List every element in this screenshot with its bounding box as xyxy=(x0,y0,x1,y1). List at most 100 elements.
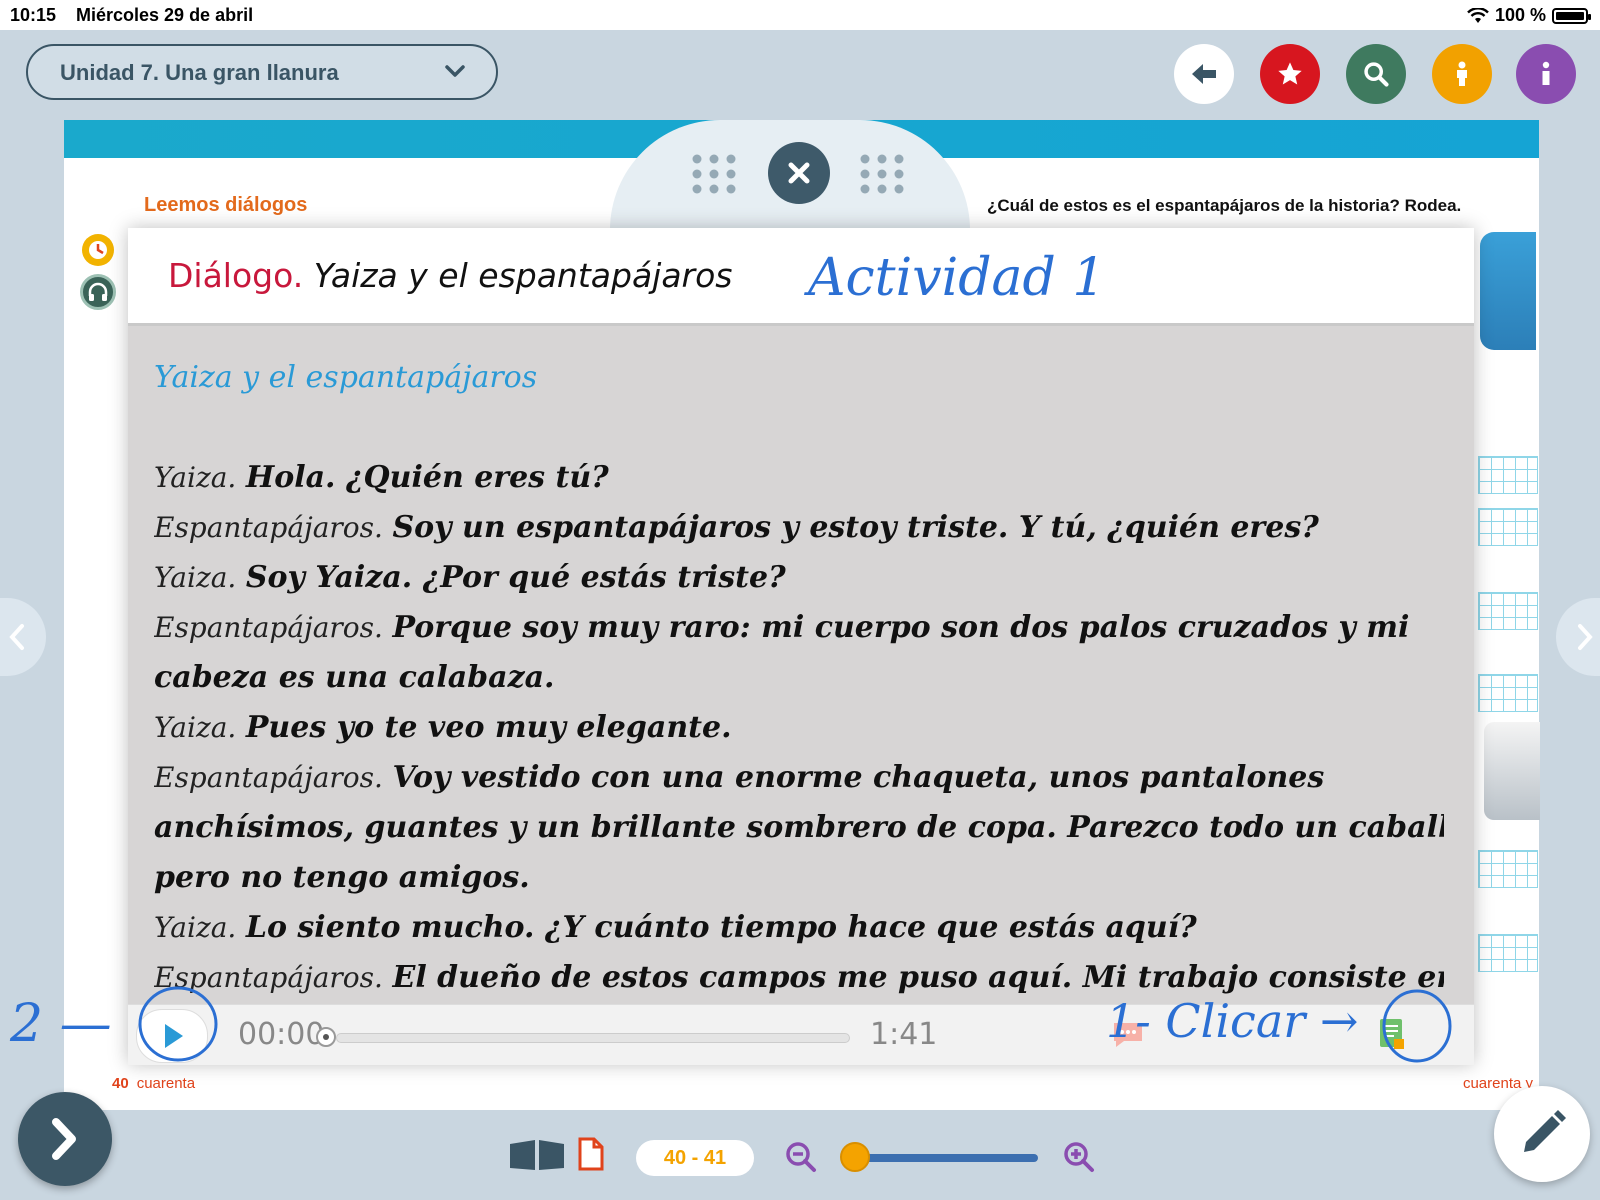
left-page-title: Leemos diálogos xyxy=(144,194,308,216)
speaker-name: Yaiza. xyxy=(154,711,237,744)
zoom-slider-knob[interactable] xyxy=(840,1142,870,1172)
grid-cells xyxy=(1478,674,1538,712)
handwritten-annotation: Actividad 1 xyxy=(808,248,1106,308)
modal-title: Diálogo. Yaiza y el espantapájaros xyxy=(168,256,733,295)
dialog-line: pero no tengo amigos. xyxy=(154,853,1444,903)
chevron-left-icon xyxy=(9,624,24,650)
dialog-line: cabeza es una calabaza. xyxy=(154,653,1444,703)
unit-selector[interactable]: Unidad 7. Una gran llanura xyxy=(26,44,498,100)
dialog-text[interactable]: Yaiza y el espantapájaros Yaiza. Hola. ¿… xyxy=(154,353,1444,1003)
star-icon xyxy=(1278,62,1302,85)
dialog-modal: Diálogo. Yaiza y el espantapájaros Activ… xyxy=(128,228,1474,1064)
annotation-step-one: 1- Clicar → xyxy=(1106,994,1359,1048)
annotation-circle xyxy=(1382,989,1452,1063)
next-page-button[interactable] xyxy=(1556,598,1600,676)
dialog-lines: Yaiza. Hola. ¿Quién eres tú? Espantapájar… xyxy=(154,453,1444,1003)
next-button[interactable] xyxy=(18,1092,112,1186)
info-button[interactable] xyxy=(1516,44,1576,104)
person-icon xyxy=(1457,61,1467,86)
battery-percent: 100 % xyxy=(1494,5,1546,25)
progress-knob[interactable] xyxy=(316,1027,336,1047)
chevron-right-icon xyxy=(1578,624,1593,650)
speaker-name: Yaiza. xyxy=(154,461,237,494)
dialog-line: Espantapájaros. Soy un espantapájaros y … xyxy=(154,503,1444,553)
status-right: 100 % xyxy=(1467,5,1591,26)
close-button[interactable] xyxy=(768,142,830,204)
speech-text: El dueño de estos campos me puso aquí. M… xyxy=(392,960,1444,995)
dialog-line: Yaiza. Hola. ¿Quién eres tú? xyxy=(154,453,1444,503)
speech-text: Hola. ¿Quién eres tú? xyxy=(245,460,609,495)
speaker-name: Espantapájaros. xyxy=(154,761,383,794)
pencil-button[interactable] xyxy=(1494,1086,1590,1182)
search-icon xyxy=(1364,62,1389,87)
chevron-down-icon xyxy=(445,65,465,77)
title-label: Diálogo. xyxy=(168,256,304,295)
speech-text: Pues yo te veo muy elegante. xyxy=(245,710,732,745)
pencil-icon xyxy=(1524,1110,1566,1152)
dialog-subtitle: Yaiza y el espantapájaros xyxy=(154,360,538,395)
audio-resource-button[interactable] xyxy=(80,274,116,310)
progress-track[interactable] xyxy=(336,1033,850,1043)
drag-handle-icon[interactable] xyxy=(858,152,908,196)
dialog-line: Yaiza. Pues yo te veo muy elegante. xyxy=(154,703,1444,753)
speech-text: anchísimos, guantes y un brillante sombr… xyxy=(154,810,1444,845)
dialog-line: Yaiza. Soy Yaiza. ¿Por qué estás triste? xyxy=(154,553,1444,603)
battery-icon xyxy=(1552,7,1591,24)
clock: 10:15 xyxy=(10,5,57,25)
duration: 1:41 xyxy=(870,1017,938,1052)
popup-tab xyxy=(610,120,970,230)
page-indicator[interactable]: 40 - 41 xyxy=(636,1140,754,1176)
grid-cells xyxy=(1478,850,1538,888)
grid-cells xyxy=(1478,456,1538,494)
grid-cells xyxy=(1478,508,1538,546)
speech-text: cabeza es una calabaza. xyxy=(154,660,555,695)
left-page-number: 40 cuarenta xyxy=(112,1075,196,1092)
speaker-name: Espantapájaros. xyxy=(154,611,383,644)
zoom-out-icon[interactable] xyxy=(784,1140,818,1174)
wifi-icon xyxy=(1467,7,1489,23)
date: Miércoles 29 de abril xyxy=(76,5,254,25)
double-page-icon[interactable] xyxy=(508,1138,566,1172)
annotation-circle xyxy=(138,986,218,1062)
chevron-right-icon xyxy=(52,1118,76,1160)
dialog-line: Espantapájaros. Voy vestido con una enor… xyxy=(154,753,1444,803)
single-page-icon[interactable] xyxy=(576,1136,606,1172)
search-button[interactable] xyxy=(1346,44,1406,104)
info-icon xyxy=(1542,61,1550,85)
speaker-name: Yaiza. xyxy=(154,911,237,944)
speaker-name: Espantapájaros. xyxy=(154,511,383,544)
zoom-slider-track[interactable] xyxy=(852,1154,1038,1162)
zoom-in-icon[interactable] xyxy=(1062,1140,1096,1174)
clock-icon xyxy=(89,241,107,259)
scarecrow-illustration xyxy=(1480,232,1536,350)
previous-page-button[interactable] xyxy=(0,598,46,676)
close-icon xyxy=(788,162,810,184)
unit-selector-label: Unidad 7. Una gran llanura xyxy=(60,60,339,85)
accessibility-button[interactable] xyxy=(1432,44,1492,104)
grid-cells xyxy=(1478,592,1538,630)
right-page-title: ¿Cuál de estos es el espantapájaros de l… xyxy=(987,196,1462,215)
annotation-step-two: 2 — xyxy=(10,994,112,1054)
grid-cells xyxy=(1478,934,1538,972)
back-button[interactable] xyxy=(1174,44,1234,104)
title-text: Yaiza y el espantapájaros xyxy=(313,256,733,295)
lion-illustration xyxy=(1484,722,1540,820)
speech-text: Soy un espantapájaros y estoy triste. Y … xyxy=(392,510,1319,545)
speech-text: Lo siento mucho. ¿Y cuánto tiempo hace q… xyxy=(245,910,1197,945)
current-time: 00:00 xyxy=(238,1017,325,1052)
headphones-icon xyxy=(88,282,108,301)
dialog-line: anchísimos, guantes y un brillante sombr… xyxy=(154,803,1444,853)
favorite-button[interactable] xyxy=(1260,44,1320,104)
dialog-line: Yaiza. Lo siento mucho. ¿Y cuánto tiempo… xyxy=(154,903,1444,953)
speech-text: Voy vestido con una enorme chaqueta, uno… xyxy=(392,760,1325,795)
dialog-line: Espantapájaros. Porque soy muy raro: mi … xyxy=(154,603,1444,653)
status-bar: 10:15 Miércoles 29 de abril 100 % xyxy=(0,0,1600,30)
arrow-left-icon xyxy=(1192,64,1216,84)
speech-text: pero no tengo amigos. xyxy=(154,860,530,895)
speech-text: Soy Yaiza. ¿Por qué estás triste? xyxy=(245,560,786,595)
drag-handle-icon[interactable] xyxy=(690,152,740,196)
speech-text: Porque soy muy raro: mi cuerpo son dos p… xyxy=(392,610,1410,645)
clock-resource-icon[interactable] xyxy=(82,234,114,266)
modal-header: Diálogo. Yaiza y el espantapájaros Activ… xyxy=(128,228,1474,326)
speaker-name: Yaiza. xyxy=(154,561,237,594)
